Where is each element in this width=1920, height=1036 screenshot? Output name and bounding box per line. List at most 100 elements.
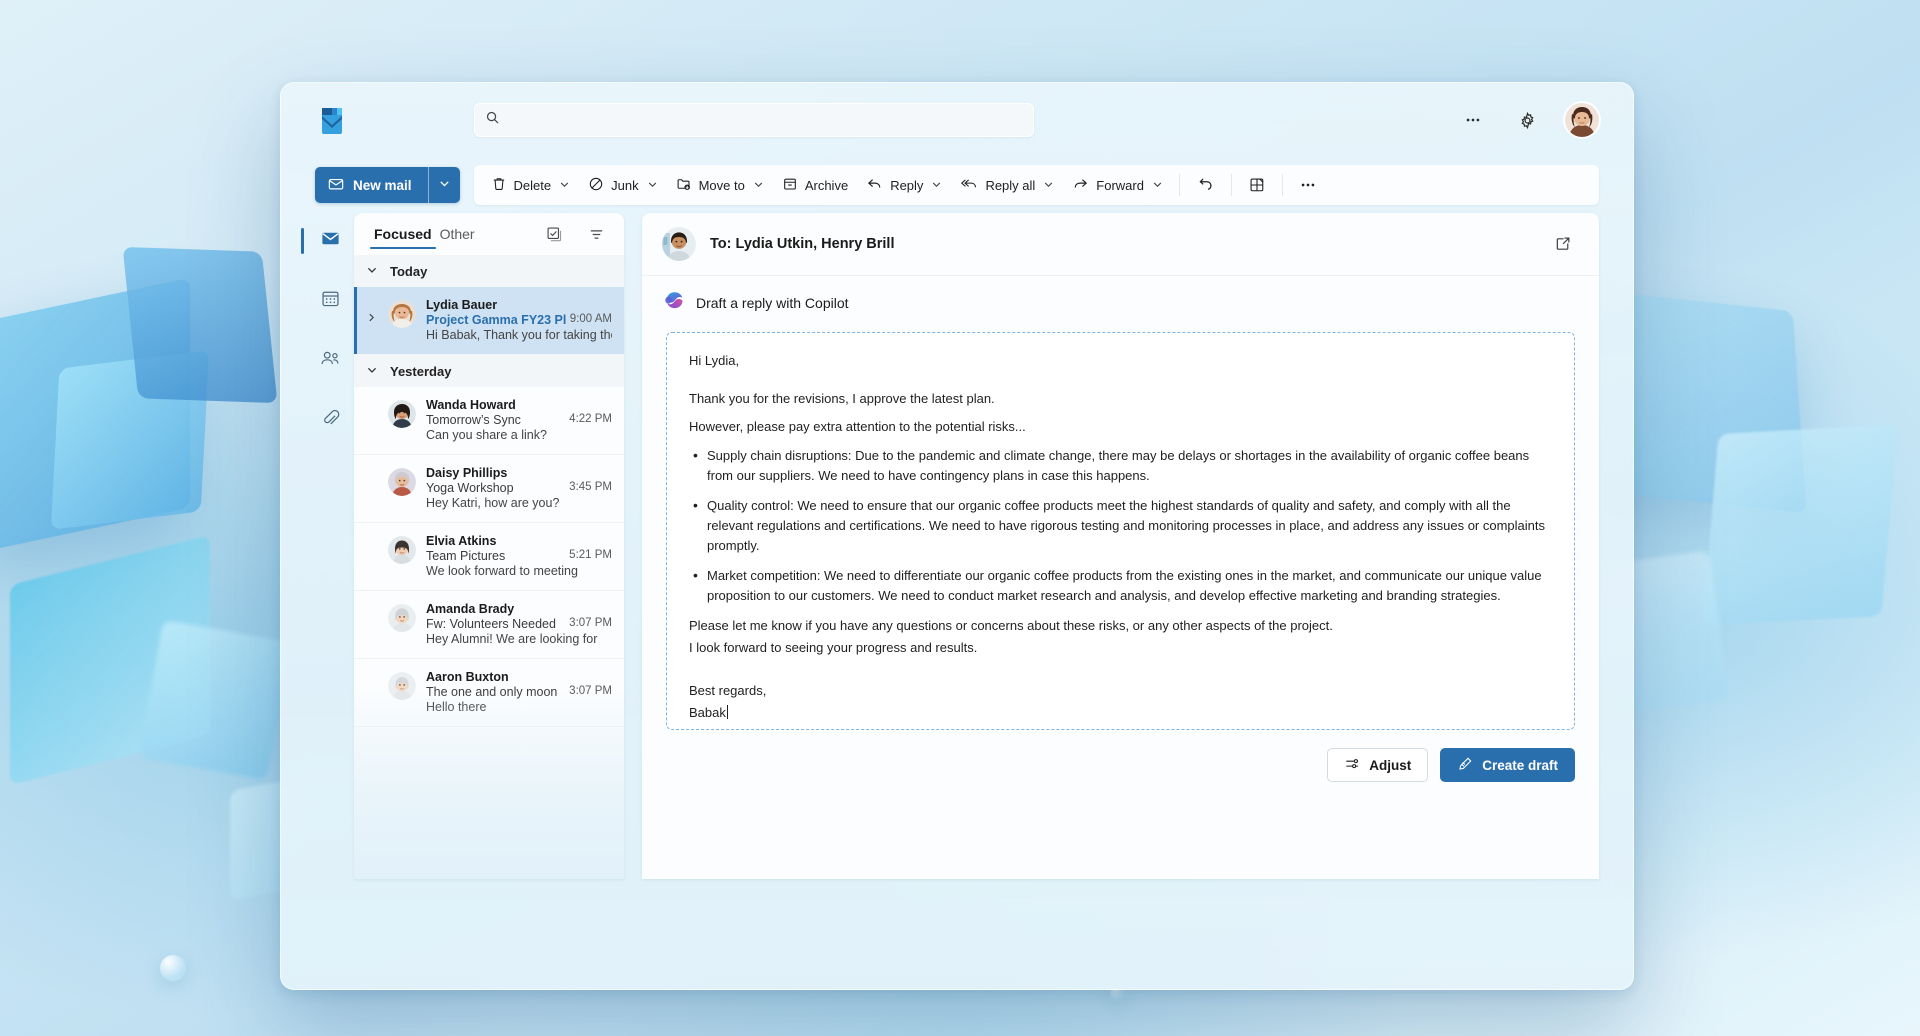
search-bar[interactable] <box>474 103 1034 137</box>
sender-name: Aaron Buxton <box>426 670 612 684</box>
rail-item-files[interactable] <box>312 403 348 439</box>
chevron-down-icon <box>931 178 942 193</box>
command-ribbon: Delete Junk <box>474 165 1599 205</box>
rail-item-mail[interactable] <box>312 223 348 259</box>
preview: Hi Babak, Thank you for taking the <box>426 328 612 342</box>
reply-button[interactable]: Reply <box>857 170 951 200</box>
background-glass-shard <box>0 278 190 553</box>
reading-pane: To: Lydia Utkin, Henry Brill <box>642 213 1599 879</box>
move-to-button[interactable]: Move to <box>667 170 773 200</box>
sender-name: Wanda Howard <box>426 398 612 412</box>
archive-button[interactable]: Archive <box>773 170 857 200</box>
paperclip-icon <box>320 408 341 434</box>
list-item: Supply chain disruptions: Due to the pan… <box>689 446 1552 486</box>
timestamp: 4:22 PM <box>569 413 612 427</box>
tab-other[interactable]: Other <box>436 213 479 255</box>
chevron-down-icon <box>438 177 451 193</box>
reply-all-label: Reply all <box>985 178 1035 193</box>
contact-avatar <box>662 227 696 261</box>
gear-icon[interactable] <box>1511 104 1543 136</box>
new-mail-split-button[interactable]: New mail <box>315 167 460 203</box>
sender-name: Amanda Brady <box>426 602 612 616</box>
subject: Fw: Volunteers Needed <box>426 617 565 631</box>
reply-all-button[interactable]: Reply all <box>951 170 1063 200</box>
timestamp: 3:07 PM <box>569 685 612 699</box>
open-in-new-window-icon[interactable] <box>1547 228 1579 260</box>
list-item[interactable]: Lydia Bauer Project Gamma FY23 Planni 9:… <box>354 287 624 355</box>
app-rail <box>306 213 354 879</box>
spacer <box>366 534 378 546</box>
toolbar-overflow-button[interactable] <box>1290 170 1326 200</box>
search-input[interactable] <box>508 113 1023 128</box>
more-options-button[interactable] <box>1457 104 1489 136</box>
trash-icon <box>491 176 507 195</box>
group-label: Today <box>390 264 427 279</box>
group-header-today[interactable]: Today <box>354 255 624 287</box>
apps-addin-icon[interactable] <box>1239 170 1275 200</box>
tab-focused[interactable]: Focused <box>370 213 436 255</box>
background-glass-shard <box>139 620 291 780</box>
chevron-down-icon <box>559 178 570 193</box>
forward-button[interactable]: Forward <box>1063 170 1172 200</box>
adjust-button[interactable]: Adjust <box>1327 748 1428 782</box>
people-icon <box>319 348 341 374</box>
avatar <box>388 604 416 632</box>
subject: The one and only moon <box>426 685 565 699</box>
spacer <box>366 398 378 410</box>
search-icon <box>485 110 500 130</box>
delete-button[interactable]: Delete <box>482 170 580 200</box>
block-icon <box>588 176 604 195</box>
sliders-icon <box>1344 756 1360 775</box>
chevron-down-icon <box>647 178 658 193</box>
subject: Project Gamma FY23 Planni <box>426 313 566 327</box>
title-bar <box>281 83 1633 157</box>
filter-icon[interactable] <box>580 218 612 250</box>
list-item[interactable]: Elvia Atkins Team Pictures 5:21 PM We lo… <box>354 523 624 591</box>
avatar <box>388 400 416 428</box>
reply-label: Reply <box>890 178 923 193</box>
timestamp: 5:21 PM <box>569 549 612 563</box>
list-item[interactable]: Amanda Brady Fw: Volunteers Needed 3:07 … <box>354 591 624 659</box>
background-glass-shard <box>10 535 210 785</box>
junk-button[interactable]: Junk <box>579 170 666 200</box>
toolbar-divider <box>1179 174 1180 196</box>
draft-closing-2: I look forward to seeing your progress a… <box>689 638 1552 658</box>
rail-item-people[interactable] <box>312 343 348 379</box>
chevron-right-icon[interactable] <box>366 298 378 328</box>
draft-paragraph-2: However, please pay extra attention to t… <box>689 417 1552 437</box>
list-item[interactable]: Aaron Buxton The one and only moon 3:07 … <box>354 659 624 727</box>
archive-icon <box>782 176 798 195</box>
draft-pen-icon <box>1457 756 1473 775</box>
group-header-yesterday[interactable]: Yesterday <box>354 355 624 387</box>
undo-button[interactable] <box>1187 170 1224 200</box>
text-cursor <box>727 705 728 719</box>
draft-greeting: Hi Lydia, <box>689 351 1552 371</box>
copilot-icon <box>664 290 685 316</box>
account-avatar[interactable] <box>1565 103 1599 137</box>
create-draft-button[interactable]: Create draft <box>1440 748 1575 782</box>
title-bar-actions <box>1457 103 1599 137</box>
chevron-down-icon <box>366 264 378 279</box>
list-item[interactable]: Daisy Phillips Yoga Workshop 3:45 PM Hey… <box>354 455 624 523</box>
calendar-icon <box>320 288 341 314</box>
draft-actions: Adjust Create draft <box>642 730 1599 782</box>
draft-signature-line: Babak <box>689 703 1552 723</box>
mail-icon <box>320 228 341 254</box>
checkbox-select-icon[interactable] <box>538 218 570 250</box>
preview: Hello there <box>426 700 612 714</box>
forward-icon <box>1072 175 1089 195</box>
new-mail-label: New mail <box>353 178 412 193</box>
chevron-down-icon <box>1043 178 1054 193</box>
list-item[interactable]: Wanda Howard Tomorrow’s Sync 4:22 PM Can… <box>354 387 624 455</box>
new-mail-button[interactable]: New mail <box>315 167 428 203</box>
recipients: To: Lydia Utkin, Henry Brill <box>710 236 895 252</box>
background-bubble <box>160 955 186 981</box>
list-item: Market competition: We need to different… <box>689 566 1552 606</box>
new-mail-dropdown-button[interactable] <box>428 167 460 203</box>
preview: We look forward to meeting <box>426 564 612 578</box>
folder-arrow-icon <box>676 176 692 195</box>
copilot-draft-body[interactable]: Hi Lydia, Thank you for the revisions, I… <box>666 332 1575 730</box>
sender-name: Elvia Atkins <box>426 534 612 548</box>
rail-item-calendar[interactable] <box>312 283 348 319</box>
avatar <box>388 536 416 564</box>
